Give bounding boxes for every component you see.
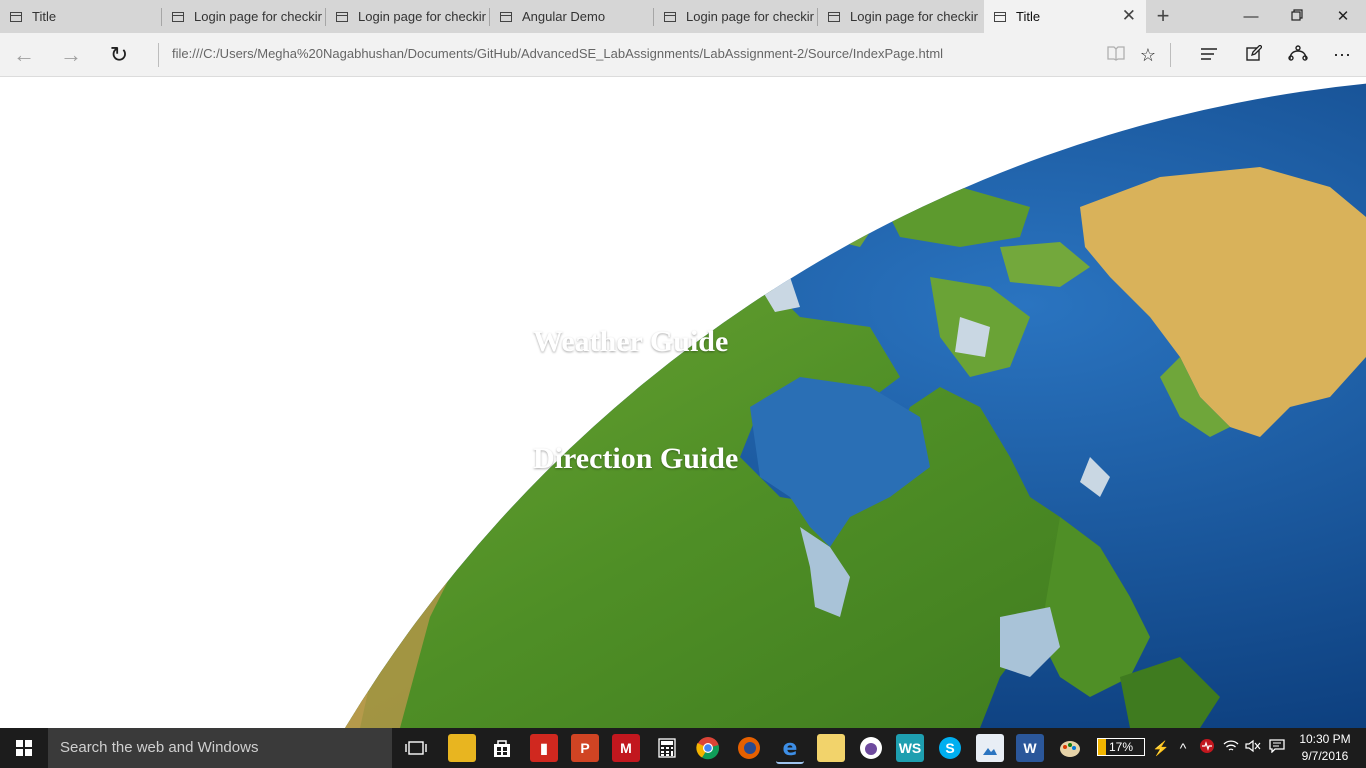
tab-login-3[interactable]: Login page for checkir [654, 0, 818, 33]
wifi-icon[interactable] [1220, 738, 1242, 758]
github-icon[interactable] [857, 734, 885, 762]
restore-button[interactable] [1274, 0, 1320, 33]
tab-label: Title [1016, 9, 1041, 24]
tab-login-4[interactable]: Login page for checkir [818, 0, 984, 33]
hub-icon[interactable] [1193, 39, 1225, 71]
start-button[interactable] [0, 728, 48, 768]
page-icon [10, 11, 22, 22]
powerpoint-icon[interactable]: P [571, 734, 599, 762]
taskbar-search-box[interactable]: Search the web and Windows [48, 728, 392, 768]
reading-view-icon[interactable] [1100, 39, 1132, 71]
refresh-button[interactable]: ↻ [103, 39, 135, 71]
power-plug-icon[interactable]: ⚡ [1150, 738, 1172, 758]
clock-date: 9/7/2016 [1301, 749, 1349, 763]
tab-login-2[interactable]: Login page for checkir [326, 0, 490, 33]
mcafee-icon[interactable]: M [612, 734, 640, 762]
antivirus-status-icon[interactable] [1196, 738, 1218, 759]
tab-angular-demo[interactable]: Angular Demo [490, 0, 654, 33]
action-center-icon[interactable] [1266, 738, 1288, 758]
page-icon [336, 11, 348, 22]
clock-time: 10:30 PM [1299, 732, 1351, 746]
battery-indicator[interactable]: 17% [1097, 738, 1145, 756]
calculator-icon[interactable] [653, 734, 681, 762]
tab-login-1[interactable]: Login page for checkir [162, 0, 326, 33]
page-icon [664, 11, 676, 22]
forward-button[interactable]: → [55, 39, 87, 71]
tab-strip: Title Login page for checkir Login page … [0, 0, 1366, 33]
task-view-icon[interactable] [402, 734, 430, 762]
close-tab-icon[interactable]: ✕ [1122, 7, 1136, 25]
store-icon[interactable] [488, 734, 516, 762]
web-note-icon[interactable] [1238, 39, 1270, 71]
minimize-button[interactable]: — [1228, 0, 1274, 33]
tab-label: Title [32, 9, 57, 24]
tab-label: Login page for checkir [358, 9, 486, 24]
svg-text:S: S [945, 740, 954, 756]
tab-label: Angular Demo [522, 9, 606, 24]
windows-logo-icon [16, 740, 32, 756]
tab-title-1[interactable]: Title [0, 0, 162, 33]
tab-label: Login page for checkir [686, 9, 814, 24]
battery-percent-label: 17% [1108, 740, 1134, 754]
share-icon[interactable] [1282, 39, 1314, 71]
navigation-bar: ← → ↻ file:///C:/Users/Megha%20Nagabhush… [0, 33, 1366, 77]
favorite-star-icon[interactable]: ☆ [1132, 39, 1164, 71]
new-tab-button[interactable]: + [1150, 3, 1176, 29]
back-button[interactable]: ← [8, 39, 40, 71]
photos-icon[interactable] [976, 734, 1004, 762]
webstorm-icon[interactable]: WS [896, 734, 924, 762]
skype-icon[interactable]: S [936, 734, 964, 762]
folder-icon[interactable] [817, 734, 845, 762]
battery-level-fill [1098, 739, 1106, 755]
speaker-muted-icon[interactable] [1242, 738, 1264, 758]
address-bar[interactable]: file:///C:/Users/Megha%20Nagabhushan/Doc… [172, 46, 943, 61]
tab-label: Login page for checkir [850, 9, 978, 24]
more-options-icon[interactable]: ⋯ [1326, 39, 1358, 71]
tab-title-active[interactable]: Title ✕ [984, 0, 1146, 33]
weather-guide-link[interactable]: Weather Guide [533, 325, 728, 359]
direction-guide-link[interactable]: Direction Guide [533, 442, 738, 476]
file-explorer-icon[interactable] [448, 734, 476, 762]
page-icon [994, 11, 1006, 22]
system-clock[interactable]: 10:30 PM 9/7/2016 [1290, 731, 1360, 765]
paint-icon[interactable] [1056, 734, 1084, 762]
firefox-icon[interactable] [735, 734, 763, 762]
restore-icon [1291, 9, 1303, 21]
page-icon [828, 11, 840, 22]
globe-background-image [0, 77, 1366, 728]
tab-label: Login page for checkir [194, 9, 322, 24]
show-hidden-icons-chevron-icon[interactable]: ^ [1172, 738, 1194, 758]
page-icon [500, 11, 512, 22]
close-window-button[interactable]: ✕ [1320, 0, 1366, 33]
chrome-icon[interactable] [694, 734, 722, 762]
reader-app-icon[interactable]: ▮ [530, 734, 558, 762]
edge-icon[interactable]: e [776, 734, 804, 764]
word-icon[interactable]: W [1016, 734, 1044, 762]
page-viewport: Weather Guide Direction Guide [0, 77, 1366, 728]
page-icon [172, 11, 184, 22]
windows-taskbar: Search the web and Windows ▮ P M e WS S … [0, 728, 1366, 768]
